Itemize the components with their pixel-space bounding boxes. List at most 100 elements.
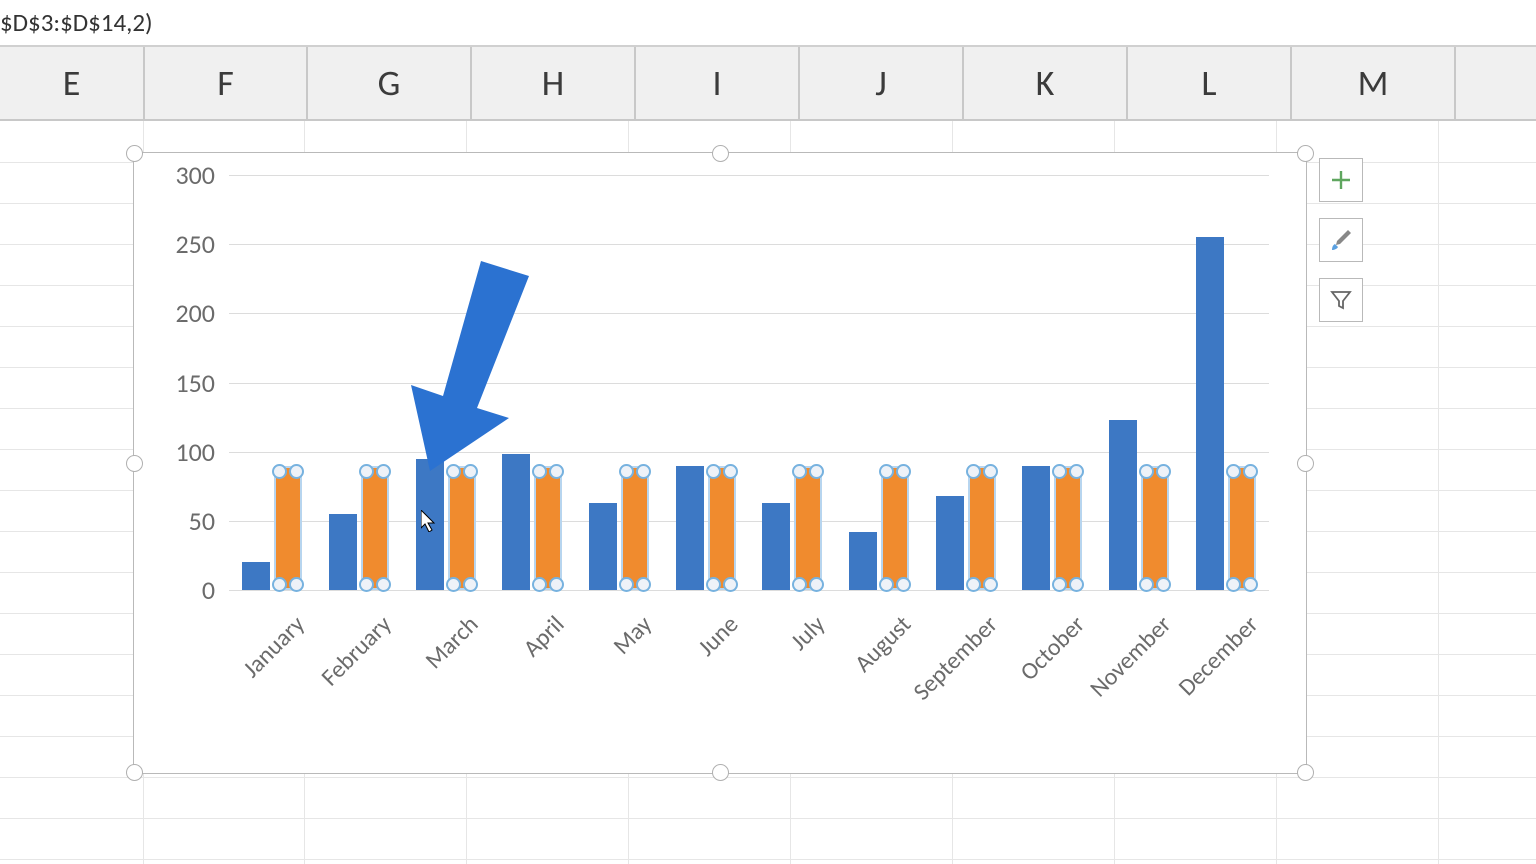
x-tick-label: January [237,610,311,684]
series-selection-handle[interactable] [532,464,547,479]
y-tick-label: 250 [175,228,215,260]
resize-handle[interactable] [712,764,729,781]
chart-object[interactable]: 050100150200250300JanuaryFebruaryMarchAp… [133,152,1307,774]
series-selection-handle[interactable] [896,464,911,479]
series-selection-handle[interactable] [706,577,721,592]
bar-series2[interactable] [621,466,649,591]
series-selection-handle[interactable] [1156,577,1171,592]
series-selection-handle[interactable] [1243,464,1258,479]
series-selection-handle[interactable] [896,577,911,592]
bar-series2[interactable] [708,466,736,591]
series-selection-handle[interactable] [1243,577,1258,592]
series-selection-handle[interactable] [983,577,998,592]
column-headers[interactable]: EFGHIJKLM [0,47,1536,121]
bar-series2[interactable] [274,466,302,591]
bar-series2[interactable] [1054,466,1082,591]
resize-handle[interactable] [1297,145,1314,162]
gridline [229,313,1269,314]
bar-series1[interactable] [1022,466,1050,591]
series-selection-handle[interactable] [376,464,391,479]
series-selection-handle[interactable] [463,464,478,479]
column-header[interactable]: I [636,47,800,119]
resize-handle[interactable] [712,145,729,162]
bar-series1[interactable] [676,466,704,591]
bar-series2[interactable] [361,466,389,591]
x-tick-label: June [692,610,744,662]
series-selection-handle[interactable] [879,464,894,479]
column-header[interactable]: L [1128,47,1292,119]
brush-icon [1329,228,1353,252]
resize-handle[interactable] [126,764,143,781]
series-selection-handle[interactable] [289,464,304,479]
chart-filter-button[interactable] [1319,278,1363,322]
series-selection-handle[interactable] [549,464,564,479]
bar-series2[interactable] [1228,466,1256,591]
resize-handle[interactable] [1297,764,1314,781]
series-selection-handle[interactable] [1052,464,1067,479]
plot-area[interactable]: 050100150200250300JanuaryFebruaryMarchAp… [229,175,1269,590]
bar-series1[interactable] [1109,420,1137,590]
series-selection-handle[interactable] [723,464,738,479]
bar-series2[interactable] [1141,466,1169,591]
bar-series2[interactable] [534,466,562,591]
bar-series2[interactable] [794,466,822,591]
bar-series1[interactable] [416,459,444,590]
y-tick-label: 100 [175,436,215,468]
x-tick-label: November [1084,610,1177,703]
series-selection-handle[interactable] [706,464,721,479]
series-selection-handle[interactable] [809,464,824,479]
worksheet-grid[interactable]: 050100150200250300JanuaryFebruaryMarchAp… [0,121,1536,864]
series-selection-handle[interactable] [636,577,651,592]
series-selection-handle[interactable] [359,464,374,479]
column-header[interactable]: H [472,47,636,119]
chart-styles-button[interactable] [1319,218,1363,262]
series-selection-handle[interactable] [619,577,634,592]
bar-series1[interactable] [329,514,357,590]
bar-series1[interactable] [936,496,964,590]
formula-bar[interactable]: $D$3:$D$14,2) [0,0,1536,47]
bar-series1[interactable] [849,532,877,590]
series-selection-handle[interactable] [1226,577,1241,592]
bar-series1[interactable] [589,503,617,590]
bar-series1[interactable] [762,503,790,590]
series-selection-handle[interactable] [446,577,461,592]
series-selection-handle[interactable] [376,577,391,592]
series-selection-handle[interactable] [1139,577,1154,592]
series-selection-handle[interactable] [966,464,981,479]
y-tick-label: 300 [175,159,215,191]
series-selection-handle[interactable] [446,464,461,479]
series-selection-handle[interactable] [983,464,998,479]
column-header[interactable]: K [964,47,1128,119]
series-selection-handle[interactable] [636,464,651,479]
series-selection-handle[interactable] [723,577,738,592]
bar-series2[interactable] [968,466,996,591]
series-selection-handle[interactable] [272,464,287,479]
column-header[interactable]: G [308,47,472,119]
column-header[interactable]: J [800,47,964,119]
bar-series2[interactable] [448,466,476,591]
resize-handle[interactable] [126,455,143,472]
resize-handle[interactable] [1297,455,1314,472]
series-selection-handle[interactable] [966,577,981,592]
gridline [1438,121,1439,864]
bar-series1[interactable] [502,454,530,590]
chart-elements-button[interactable] [1319,158,1363,202]
resize-handle[interactable] [126,145,143,162]
bar-series1[interactable] [1196,237,1224,590]
gridline [0,818,1536,819]
series-selection-handle[interactable] [619,464,634,479]
series-selection-handle[interactable] [1139,464,1154,479]
column-header[interactable]: F [145,47,308,119]
series-selection-handle[interactable] [359,577,374,592]
series-selection-handle[interactable] [1156,464,1171,479]
series-selection-handle[interactable] [463,577,478,592]
column-header[interactable]: E [0,47,145,119]
column-header[interactable]: M [1292,47,1456,119]
x-tick-label: March [419,610,484,675]
series-selection-handle[interactable] [1069,464,1084,479]
series-selection-handle[interactable] [1226,464,1241,479]
bar-series1[interactable] [242,562,270,590]
bar-series2[interactable] [881,466,909,591]
series-selection-handle[interactable] [792,464,807,479]
series-selection-handle[interactable] [879,577,894,592]
